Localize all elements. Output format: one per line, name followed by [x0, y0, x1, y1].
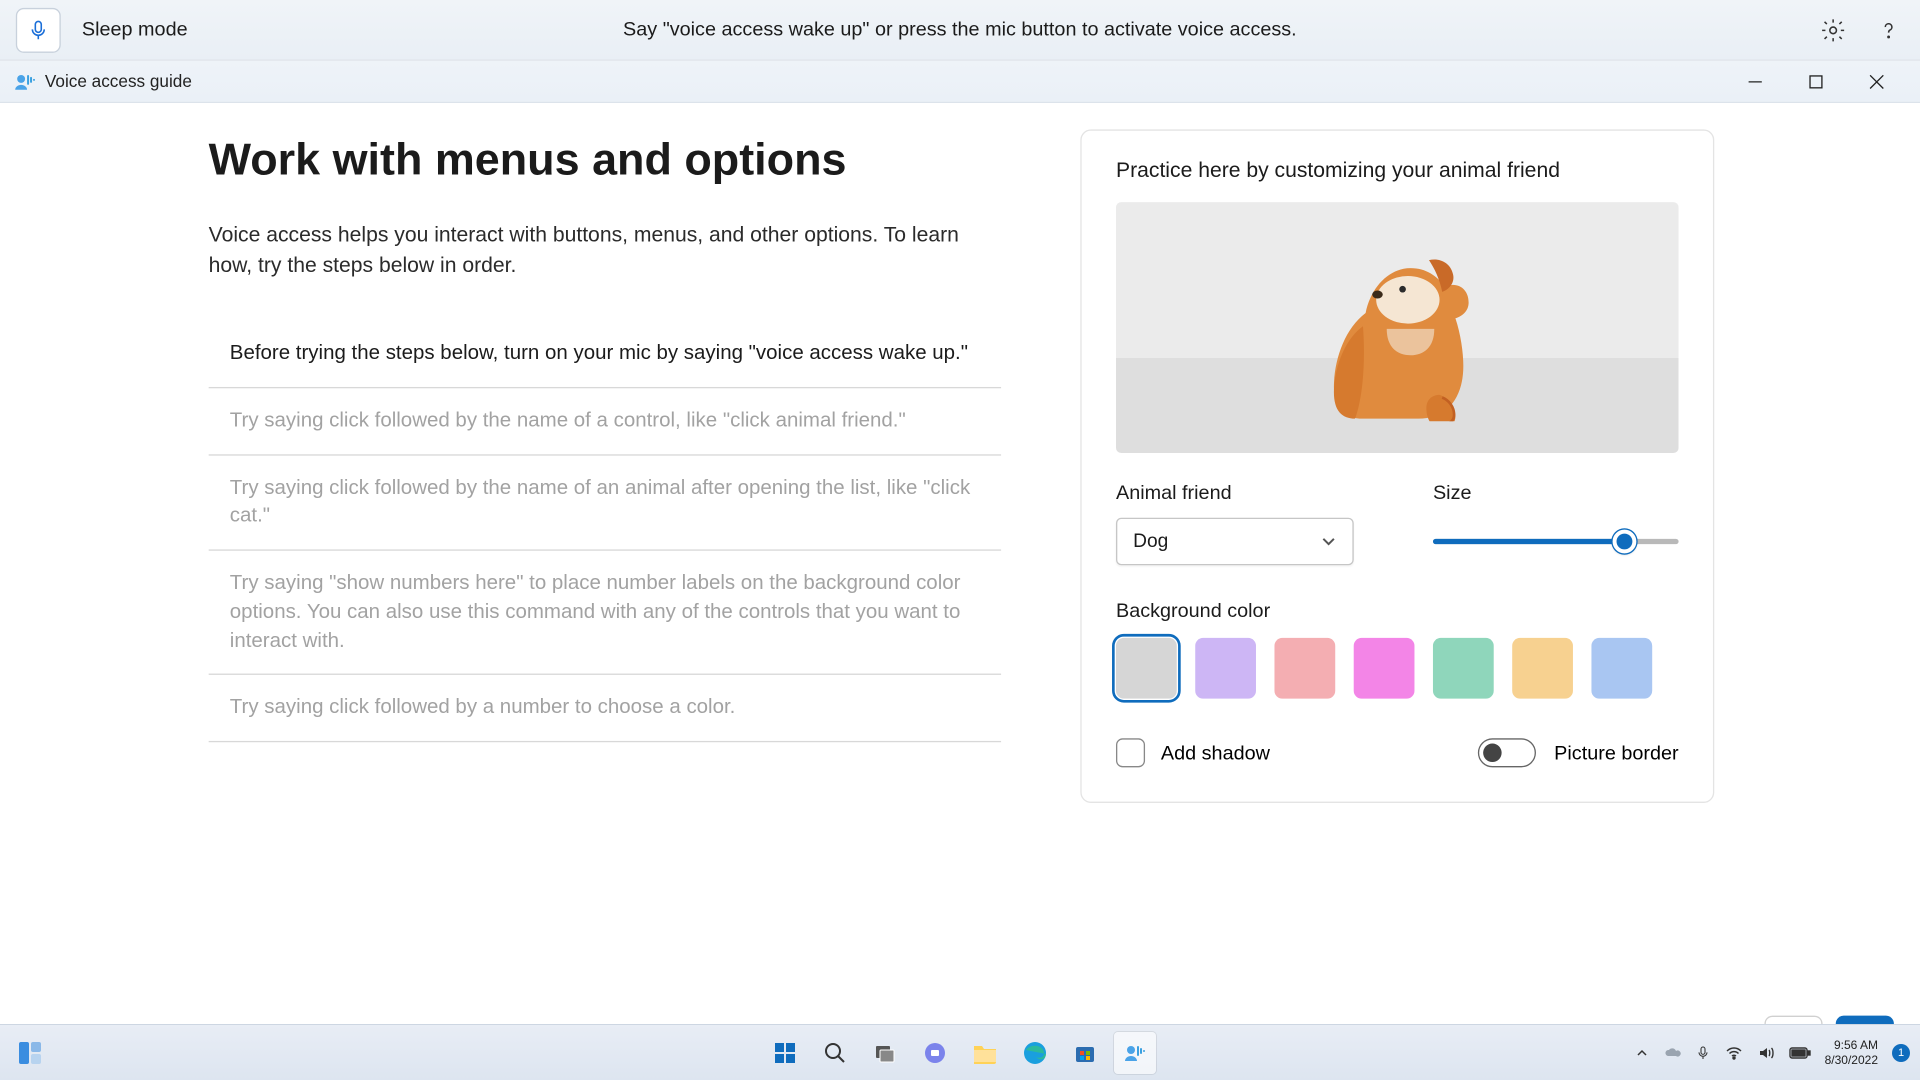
- animal-label: Animal friend: [1116, 482, 1354, 504]
- mic-icon: [26, 18, 50, 42]
- page-title: Work with menus and options: [209, 135, 1001, 187]
- start-button[interactable]: [764, 1032, 806, 1074]
- color-swatch[interactable]: [1274, 638, 1335, 699]
- task-view-button[interactable]: [864, 1032, 906, 1074]
- color-swatch[interactable]: [1433, 638, 1494, 699]
- animal-dropdown[interactable]: Dog: [1116, 518, 1354, 566]
- size-label: Size: [1433, 482, 1679, 504]
- windows-icon: [772, 1040, 798, 1066]
- slider-thumb[interactable]: [1613, 530, 1637, 554]
- app-icon: [13, 69, 37, 93]
- steps-list: Before trying the steps below, turn on y…: [209, 335, 1001, 742]
- step-item: Try saying click followed by the name of…: [209, 455, 1001, 551]
- step-item: Try saying click followed by a number to…: [209, 675, 1001, 742]
- bg-color-label: Background color: [1116, 600, 1679, 622]
- chat-icon: [923, 1041, 947, 1065]
- window-title: Voice access guide: [45, 71, 192, 91]
- edge-icon: [1022, 1040, 1048, 1066]
- preview-area: [1116, 202, 1679, 453]
- step-item: Try saying click followed by the name of…: [209, 388, 1001, 455]
- settings-button[interactable]: [1817, 14, 1849, 46]
- tray-mic-icon[interactable]: [1695, 1045, 1711, 1061]
- close-button[interactable]: [1846, 60, 1907, 102]
- help-icon: [1875, 17, 1901, 43]
- maximize-icon: [1808, 73, 1824, 89]
- step-item: Try saying "show numbers here" to place …: [209, 551, 1001, 675]
- tray-chevron-icon[interactable]: [1635, 1046, 1649, 1060]
- voice-access-bar: Sleep mode Say "voice access wake up" or…: [0, 0, 1920, 61]
- border-toggle[interactable]: [1478, 738, 1536, 767]
- color-swatch[interactable]: [1591, 638, 1652, 699]
- voice-hint: Say "voice access wake up" or press the …: [623, 18, 1297, 40]
- practice-card: Practice here by customizing your animal…: [1080, 129, 1714, 803]
- date-text: 8/30/2022: [1825, 1053, 1878, 1067]
- folder-icon: [972, 1042, 998, 1064]
- animal-value: Dog: [1133, 531, 1168, 552]
- time-text: 9:56 AM: [1825, 1038, 1878, 1052]
- voice-status: Sleep mode: [82, 18, 188, 40]
- minimize-icon: [1747, 73, 1763, 89]
- edge-button[interactable]: [1014, 1032, 1056, 1074]
- intro-text: Voice access helps you interact with but…: [209, 221, 975, 282]
- color-swatch[interactable]: [1354, 638, 1415, 699]
- shadow-label: Add shadow: [1161, 742, 1270, 764]
- voice-access-app[interactable]: [1114, 1032, 1156, 1074]
- search-button[interactable]: [814, 1032, 856, 1074]
- practice-title: Practice here by customizing your animal…: [1116, 160, 1679, 184]
- chevron-down-icon: [1321, 534, 1337, 550]
- help-button[interactable]: [1872, 14, 1904, 46]
- wifi-icon[interactable]: [1725, 1044, 1743, 1062]
- gear-icon: [1819, 17, 1845, 43]
- maximize-button[interactable]: [1785, 60, 1846, 102]
- color-swatch[interactable]: [1195, 638, 1256, 699]
- chat-button[interactable]: [914, 1032, 956, 1074]
- voice-access-icon: [1123, 1041, 1147, 1065]
- swatch-row: [1116, 638, 1679, 699]
- widgets-button[interactable]: [10, 1032, 50, 1074]
- volume-icon[interactable]: [1757, 1044, 1775, 1062]
- step-item: Before trying the steps below, turn on y…: [209, 335, 1001, 389]
- color-swatch[interactable]: [1116, 638, 1177, 699]
- battery-icon[interactable]: [1789, 1046, 1811, 1060]
- shadow-checkbox[interactable]: [1116, 738, 1145, 767]
- border-label: Picture border: [1554, 742, 1678, 764]
- window-title-bar: Voice access guide: [0, 61, 1920, 103]
- task-view-icon: [874, 1042, 896, 1064]
- minimize-button[interactable]: [1724, 60, 1785, 102]
- color-swatch[interactable]: [1512, 638, 1573, 699]
- taskbar: 9:56 AM 8/30/2022 1: [0, 1024, 1920, 1080]
- close-icon: [1868, 73, 1884, 89]
- notification-badge[interactable]: 1: [1892, 1044, 1910, 1062]
- dog-illustration: [1310, 236, 1484, 421]
- widgets-icon: [17, 1040, 43, 1066]
- search-icon: [823, 1041, 847, 1065]
- explorer-button[interactable]: [964, 1032, 1006, 1074]
- clock[interactable]: 9:56 AM 8/30/2022: [1825, 1038, 1878, 1067]
- mic-button[interactable]: [16, 7, 61, 52]
- onedrive-icon[interactable]: [1663, 1044, 1681, 1062]
- size-slider[interactable]: [1433, 518, 1679, 566]
- store-button[interactable]: [1064, 1032, 1106, 1074]
- store-icon: [1073, 1041, 1097, 1065]
